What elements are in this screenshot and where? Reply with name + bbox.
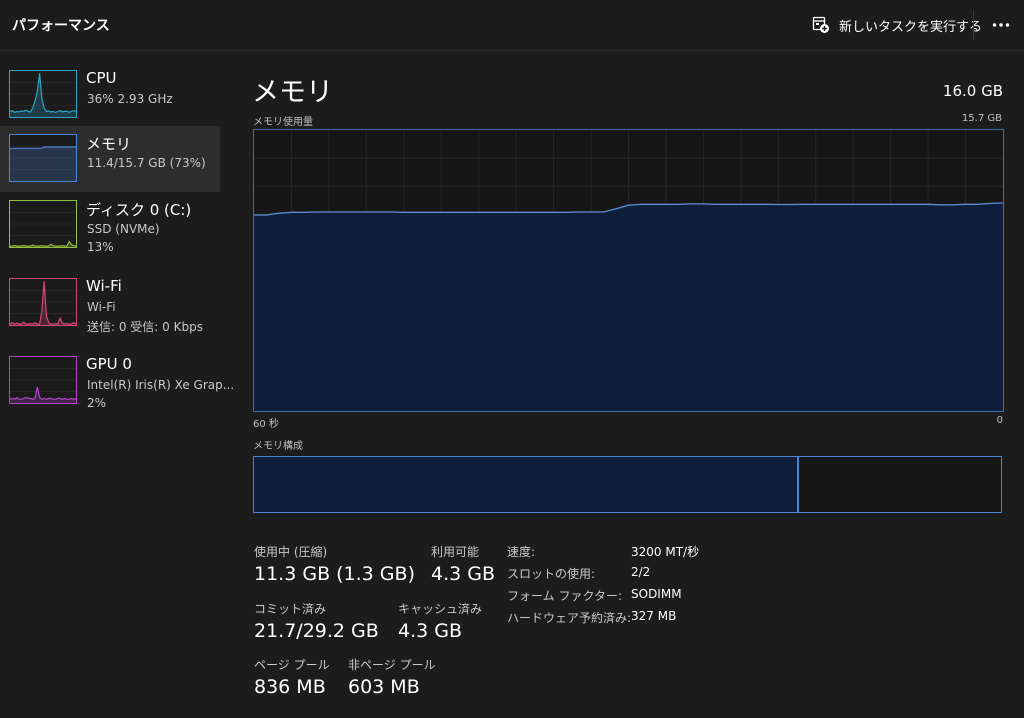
sidebar-item-detail: 36% 2.93 GHz [87, 92, 173, 106]
paged-pool-value: 836 MB [254, 676, 326, 698]
section-title: メモリ [252, 77, 333, 108]
sidebar-item-disk[interactable]: ディスク 0 (C:) SSD (NVMe) 13% [0, 192, 220, 258]
sidebar-item-cpu[interactable]: CPU 36% 2.93 GHz [0, 62, 220, 128]
spec-reserved-label: ハードウェア予約済み: [507, 611, 632, 625]
spec-reserved-value: 327 MB [631, 609, 677, 623]
sidebar-item-detail-2: 2% [87, 396, 107, 410]
cached-label: キャッシュ済み [398, 602, 483, 616]
wifi-thumbnail-graph [9, 278, 77, 326]
disk-thumbnail-graph [9, 200, 77, 248]
committed-value: 21.7/29.2 GB [254, 620, 379, 642]
more-options-button[interactable] [988, 12, 1014, 38]
page-title: パフォーマンス [12, 18, 110, 34]
run-new-task-label: 新しいタスクを実行する [839, 19, 983, 35]
thumbnail-area [10, 147, 76, 181]
in-use-value: 11.3 GB (1.3 GB) [254, 563, 415, 585]
in-use-label: 使用中 (圧縮) [254, 545, 328, 559]
spec-form-factor-value: SODIMM [631, 587, 682, 601]
thumbnail-area [10, 73, 76, 117]
memory-composition-bar [253, 456, 1002, 513]
sidebar-item-title: メモリ [86, 135, 132, 153]
spec-speed-label: 速度: [507, 545, 536, 559]
sidebar-item-detail: Intel(R) Iris(R) Xe Grap... [87, 378, 235, 392]
x-axis-start-label: 60 秒 [253, 419, 279, 430]
paged-pool-label: ページ プール [254, 658, 330, 672]
memory-usage-graph [253, 129, 1004, 412]
memory-thumbnail-graph [9, 134, 77, 182]
committed-label: コミット済み [254, 602, 327, 616]
sidebar-item-gpu[interactable]: GPU 0 Intel(R) Iris(R) Xe Grap... 2% [0, 348, 234, 414]
memory-total: 16.0 GB [942, 82, 1003, 100]
sidebar-item-detail-2: 送信: 0 受信: 0 Kbps [87, 320, 203, 334]
sidebar-item-detail-2: 13% [87, 240, 114, 254]
spec-speed-value: 3200 MT/秒 [631, 545, 700, 559]
cpu-thumbnail-graph [9, 70, 77, 118]
composition-available[interactable] [798, 456, 1002, 513]
spec-slots-value: 2/2 [631, 565, 651, 579]
nonpaged-pool-label: 非ページ プール [348, 658, 436, 672]
usage-graph-max: 15.7 GB [961, 113, 1002, 124]
sidebar-item-wifi[interactable]: Wi-Fi Wi-Fi 送信: 0 受信: 0 Kbps [0, 270, 220, 336]
nonpaged-pool-value: 603 MB [348, 676, 420, 698]
more-dots-icon [988, 23, 1014, 42]
composition-label: メモリ構成 [253, 441, 303, 452]
x-axis-end-label: 0 [996, 415, 1003, 426]
sidebar-item-title: Wi-Fi [86, 277, 122, 295]
thumbnail-line [10, 386, 76, 400]
usage-graph-label: メモリ使用量 [253, 117, 313, 128]
available-label: 利用可能 [431, 545, 480, 559]
composition-in-use[interactable] [253, 456, 798, 513]
thumbnail-area [10, 386, 76, 403]
sidebar-item-memory[interactable]: メモリ 11.4/15.7 GB (73%) [0, 126, 220, 192]
sidebar-item-title: GPU 0 [86, 355, 132, 373]
thumbnail-line [10, 240, 76, 247]
title-bar: パフォーマンス 新しいタスクを実行する [0, 0, 1024, 51]
sidebar-item-title: CPU [86, 69, 117, 87]
spec-form-factor-label: フォーム ファクター: [507, 589, 623, 603]
sidebar-item-detail: Wi-Fi [87, 300, 116, 314]
run-new-task-button[interactable]: 新しいタスクを実行する [812, 14, 982, 36]
usage-area [254, 203, 1003, 411]
gpu-thumbnail-graph [9, 356, 77, 404]
sidebar-item-detail: SSD (NVMe) [87, 222, 160, 236]
spec-slots-label: スロットの使用: [507, 567, 596, 581]
available-value: 4.3 GB [431, 563, 496, 585]
toolbar-divider [973, 10, 974, 40]
sidebar-item-detail: 11.4/15.7 GB (73%) [87, 156, 206, 170]
memory-usage-chart [254, 130, 1004, 411]
cached-value: 4.3 GB [398, 620, 463, 642]
sidebar-item-title: ディスク 0 (C:) [86, 201, 192, 219]
new-task-icon [812, 16, 830, 34]
